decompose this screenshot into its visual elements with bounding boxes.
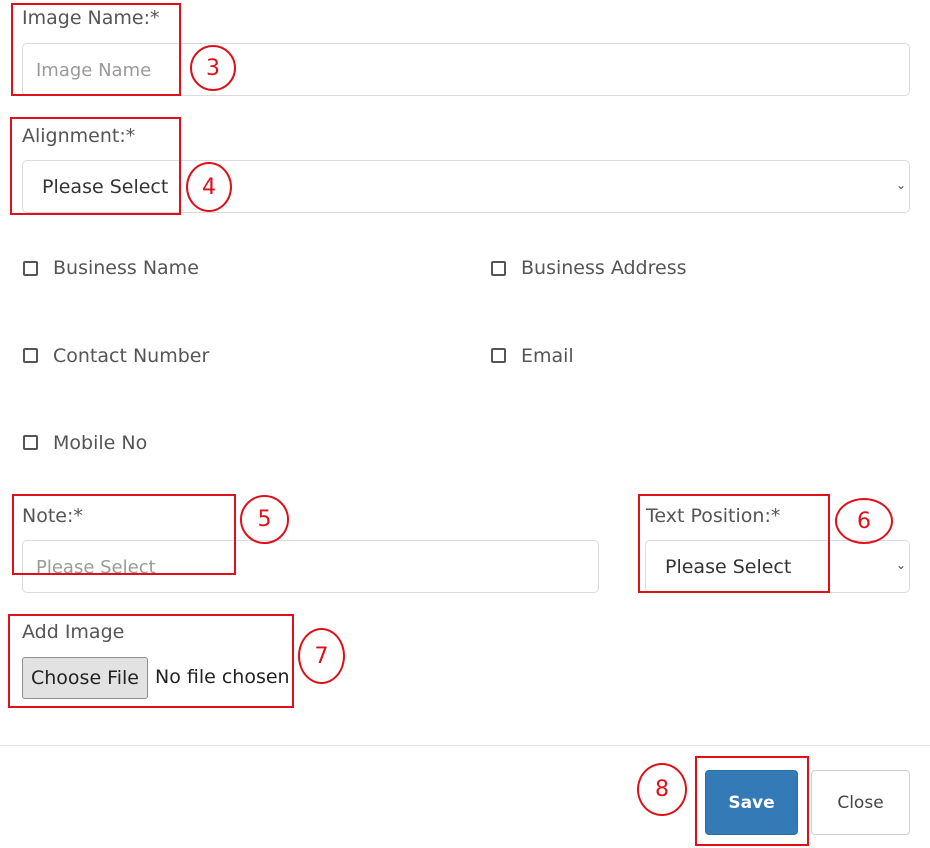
annotation-box-7: [8, 614, 294, 708]
annotation-badge-4: 4: [186, 162, 232, 212]
checkbox-business-name[interactable]: [23, 261, 38, 276]
annotation-box-5: [12, 494, 236, 575]
chevron-down-icon: ⌄: [895, 558, 906, 572]
checkbox-mobile-no-label: Mobile No: [53, 432, 148, 454]
annotation-box-8: [695, 756, 809, 846]
annotation-badge-5: 5: [240, 495, 289, 544]
checkbox-email-label: Email: [521, 345, 574, 367]
footer-divider: [0, 745, 930, 746]
checkbox-email[interactable]: [491, 348, 506, 363]
close-button[interactable]: Close: [811, 770, 910, 835]
checkbox-contact-number-label: Contact Number: [53, 345, 210, 367]
checkbox-business-address[interactable]: [491, 261, 506, 276]
checkbox-business-name-label: Business Name: [53, 257, 199, 279]
annotation-box-4: [10, 117, 181, 215]
checkbox-mobile-no[interactable]: [23, 435, 38, 450]
annotation-badge-7: 7: [298, 628, 345, 684]
checkbox-contact-number[interactable]: [23, 348, 38, 363]
annotation-badge-8: 8: [637, 763, 687, 816]
chevron-down-icon: ⌄: [895, 178, 906, 192]
annotation-box-6: [638, 494, 830, 593]
checkbox-business-address-label: Business Address: [521, 257, 687, 279]
annotation-box-3: [11, 3, 181, 96]
annotation-badge-3: 3: [190, 45, 236, 91]
annotation-badge-6: 6: [835, 498, 893, 544]
